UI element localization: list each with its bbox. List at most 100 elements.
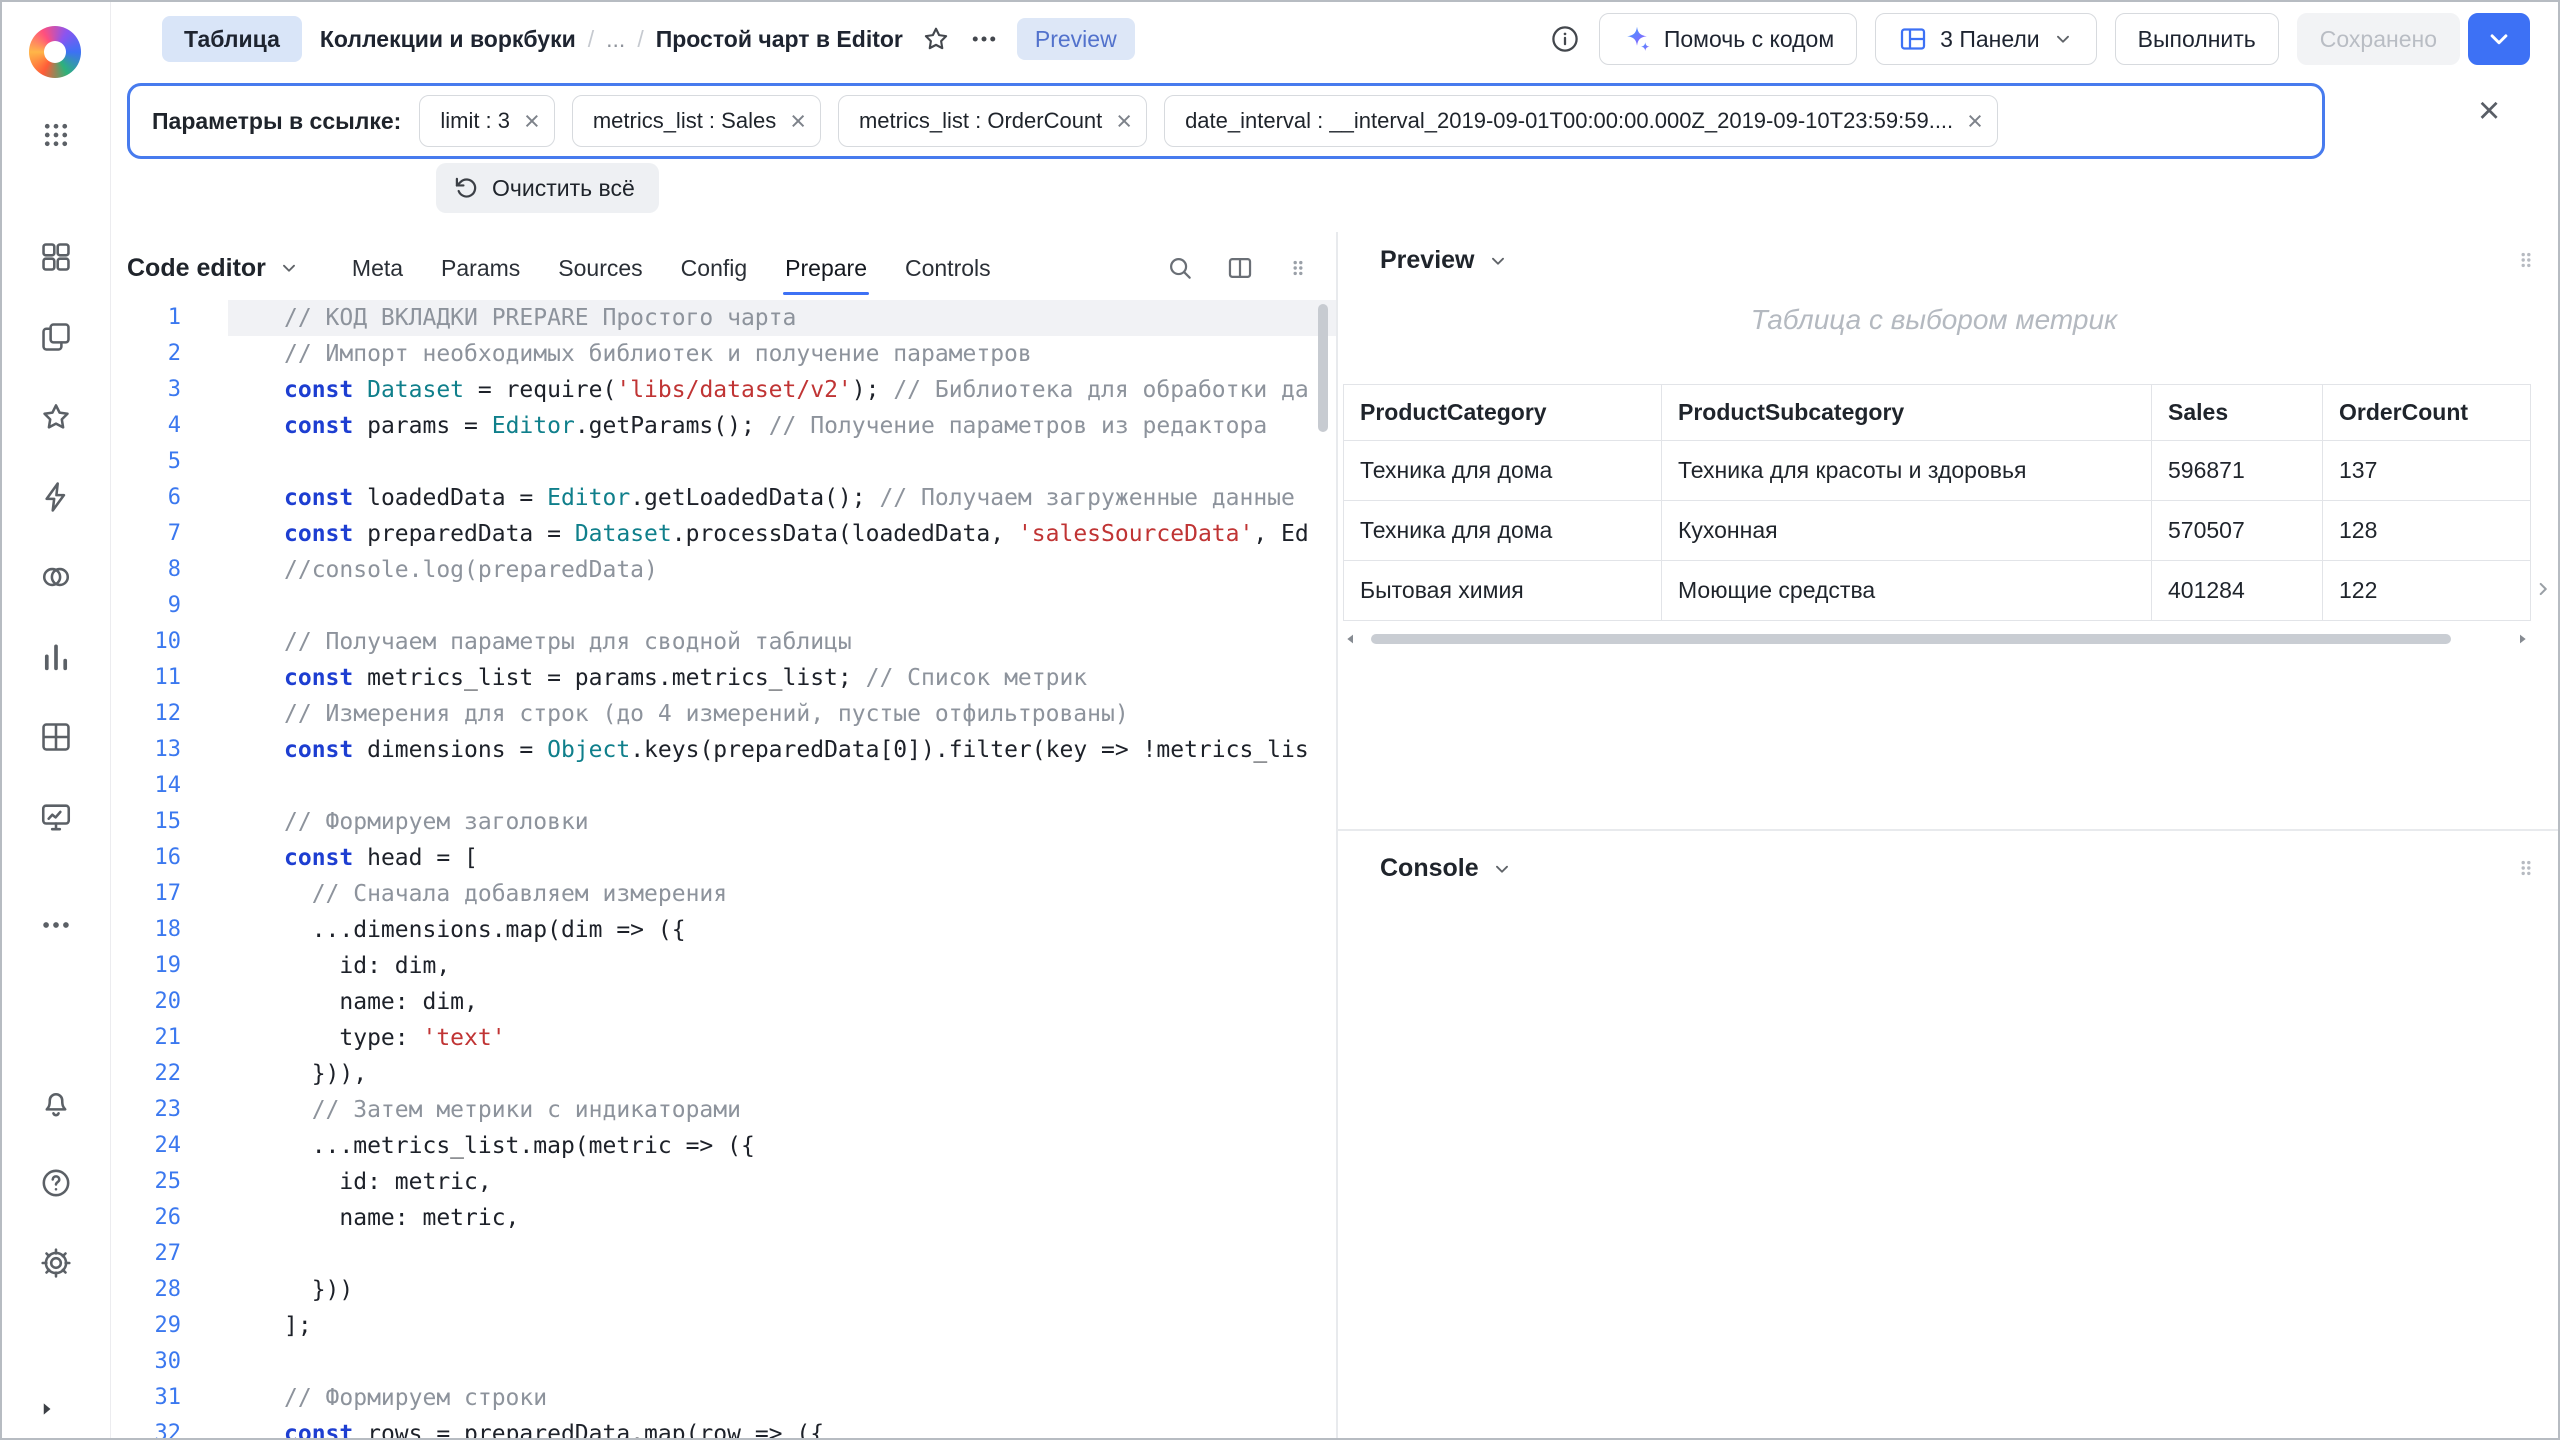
code-text[interactable]: ]; bbox=[228, 1308, 1336, 1344]
code-text[interactable]: // Формируем строки bbox=[228, 1380, 1336, 1416]
code-text[interactable]: name: metric, bbox=[228, 1200, 1336, 1236]
code-text[interactable] bbox=[228, 588, 1336, 624]
table-cell: Моющие средства bbox=[1662, 561, 2152, 621]
chip-remove-icon[interactable]: × bbox=[1116, 108, 1132, 135]
charts-icon[interactable] bbox=[39, 640, 73, 674]
code-text[interactable]: const params = Editor.getParams(); // По… bbox=[228, 408, 1336, 444]
code-text[interactable]: // Затем метрики с индикаторами bbox=[228, 1092, 1336, 1128]
panel-divider-vertical[interactable] bbox=[1336, 232, 1338, 1440]
code-text[interactable]: const loadedData = Editor.getLoadedData(… bbox=[228, 480, 1336, 516]
apps-grid-icon[interactable] bbox=[0, 120, 111, 150]
preview-badge[interactable]: Preview bbox=[1017, 18, 1135, 60]
editor-tab-prepare[interactable]: Prepare bbox=[785, 255, 867, 282]
dashboards-icon[interactable] bbox=[39, 240, 73, 274]
scrollbar-track[interactable] bbox=[1367, 633, 2506, 645]
collapse-sidebar-icon[interactable] bbox=[34, 1396, 60, 1422]
code-text[interactable]: })), bbox=[228, 1056, 1336, 1092]
tables-icon[interactable] bbox=[39, 720, 73, 754]
preview-drag-handle-icon[interactable] bbox=[2514, 248, 2538, 272]
table-header-cell: Sales bbox=[2152, 385, 2323, 441]
code-text[interactable]: ...dimensions.map(dim => ({ bbox=[228, 912, 1336, 948]
datasets-icon[interactable] bbox=[39, 560, 73, 594]
quick-actions-icon[interactable] bbox=[39, 480, 73, 514]
notifications-icon[interactable] bbox=[39, 1086, 73, 1120]
breadcrumb-item[interactable]: Простой чарт в Editor bbox=[656, 26, 903, 53]
editor-mode-select[interactable]: Code editor bbox=[127, 254, 300, 283]
code-text[interactable]: id: metric, bbox=[228, 1164, 1336, 1200]
drag-handle-icon[interactable] bbox=[1286, 256, 1310, 280]
clear-all-button[interactable]: Очистить всё bbox=[436, 163, 659, 213]
params-bar-close-icon[interactable]: × bbox=[2478, 92, 2500, 130]
table-cell: 122 bbox=[2323, 561, 2531, 621]
table-scroll-right-icon[interactable] bbox=[2532, 578, 2554, 600]
breadcrumb-item[interactable]: ... bbox=[606, 26, 625, 53]
editor-icon[interactable] bbox=[39, 800, 73, 834]
code-text[interactable]: // Измерения для строк (до 4 измерений, … bbox=[228, 696, 1336, 732]
code-text[interactable]: const head = [ bbox=[228, 840, 1336, 876]
code-scrollbar[interactable] bbox=[1318, 304, 1328, 432]
chip-remove-icon[interactable]: × bbox=[524, 108, 540, 135]
param-chip[interactable]: metrics_list : Sales× bbox=[572, 95, 821, 147]
table-cell: 128 bbox=[2323, 501, 2531, 561]
code-text[interactable]: // Сначала добавляем измерения bbox=[228, 876, 1336, 912]
code-line: 12// Измерения для строк (до 4 измерений… bbox=[127, 696, 1336, 732]
favorites-icon[interactable] bbox=[39, 400, 73, 434]
info-icon[interactable] bbox=[1549, 23, 1581, 55]
settings-icon[interactable] bbox=[39, 1246, 73, 1280]
star-icon[interactable] bbox=[921, 24, 951, 54]
editor-tab-sources[interactable]: Sources bbox=[558, 255, 642, 282]
code-text[interactable]: // КОД ВКЛАДКИ PREPARE Простого чарта bbox=[228, 300, 1336, 336]
editor-tab-params[interactable]: Params bbox=[441, 255, 520, 282]
tab-table[interactable]: Таблица bbox=[162, 16, 302, 62]
param-chip[interactable]: limit : 3× bbox=[419, 95, 554, 147]
param-chip[interactable]: metrics_list : OrderCount× bbox=[838, 95, 1147, 147]
console-header[interactable]: Console bbox=[1380, 854, 1513, 883]
scrollbar-thumb[interactable] bbox=[1371, 634, 2451, 644]
editor-tab-config[interactable]: Config bbox=[681, 255, 747, 282]
code-text[interactable]: id: dim, bbox=[228, 948, 1336, 984]
code-text[interactable]: // Импорт необходимых библиотек и получе… bbox=[228, 336, 1336, 372]
code-text[interactable]: const rows = preparedData.map(row => ({ bbox=[228, 1416, 1336, 1440]
chip-remove-icon[interactable]: × bbox=[1967, 108, 1983, 135]
code-text[interactable] bbox=[228, 1344, 1336, 1380]
code-text[interactable]: // Получаем параметры для сводной таблиц… bbox=[228, 624, 1336, 660]
save-menu-button[interactable] bbox=[2468, 13, 2530, 65]
code-text[interactable]: const metrics_list = params.metrics_list… bbox=[228, 660, 1336, 696]
console-drag-handle-icon[interactable] bbox=[2514, 856, 2538, 880]
search-icon[interactable] bbox=[1166, 254, 1194, 282]
scroll-left-icon[interactable] bbox=[1343, 631, 1359, 647]
preview-header[interactable]: Preview bbox=[1380, 246, 1509, 275]
code-editor[interactable]: 1// КОД ВКЛАДКИ PREPARE Простого чарта2/… bbox=[127, 300, 1336, 1440]
code-text[interactable] bbox=[228, 768, 1336, 804]
split-view-icon[interactable] bbox=[1226, 254, 1254, 282]
panels-button[interactable]: 3 Панели bbox=[1875, 13, 2097, 65]
code-text[interactable]: const preparedData = Dataset.processData… bbox=[228, 516, 1336, 552]
chip-remove-icon[interactable]: × bbox=[790, 108, 806, 135]
table-header-cell: OrderCount bbox=[2323, 385, 2531, 441]
code-text[interactable]: //console.log(preparedData) bbox=[228, 552, 1336, 588]
sidebar-more-icon[interactable] bbox=[39, 908, 73, 942]
code-text[interactable]: name: dim, bbox=[228, 984, 1336, 1020]
editor-tab-controls[interactable]: Controls bbox=[905, 255, 991, 282]
scroll-right-icon[interactable] bbox=[2514, 631, 2530, 647]
help-with-code-button[interactable]: Помочь с кодом bbox=[1599, 13, 1857, 65]
code-text[interactable] bbox=[228, 1236, 1336, 1272]
code-text[interactable]: const Dataset = require('libs/dataset/v2… bbox=[228, 372, 1336, 408]
breadcrumb-item[interactable]: Коллекции и воркбуки bbox=[320, 26, 576, 53]
editor-tab-meta[interactable]: Meta bbox=[352, 255, 403, 282]
code-text[interactable]: const dimensions = Object.keys(preparedD… bbox=[228, 732, 1336, 768]
param-chip[interactable]: date_interval : __interval_2019-09-01T00… bbox=[1164, 95, 1998, 147]
code-text[interactable]: type: 'text' bbox=[228, 1020, 1336, 1056]
run-button[interactable]: Выполнить bbox=[2115, 13, 2279, 65]
more-icon[interactable] bbox=[969, 24, 999, 54]
sidebar-bottom bbox=[0, 1086, 111, 1280]
workbooks-icon[interactable] bbox=[39, 320, 73, 354]
panel-divider-horizontal[interactable] bbox=[1338, 829, 2560, 831]
code-text[interactable]: // Формируем заголовки bbox=[228, 804, 1336, 840]
app-logo-icon[interactable] bbox=[29, 26, 81, 78]
code-text[interactable]: })) bbox=[228, 1272, 1336, 1308]
help-icon[interactable] bbox=[39, 1166, 73, 1200]
panels-icon bbox=[1898, 24, 1928, 54]
code-text[interactable] bbox=[228, 444, 1336, 480]
code-text[interactable]: ...metrics_list.map(metric => ({ bbox=[228, 1128, 1336, 1164]
